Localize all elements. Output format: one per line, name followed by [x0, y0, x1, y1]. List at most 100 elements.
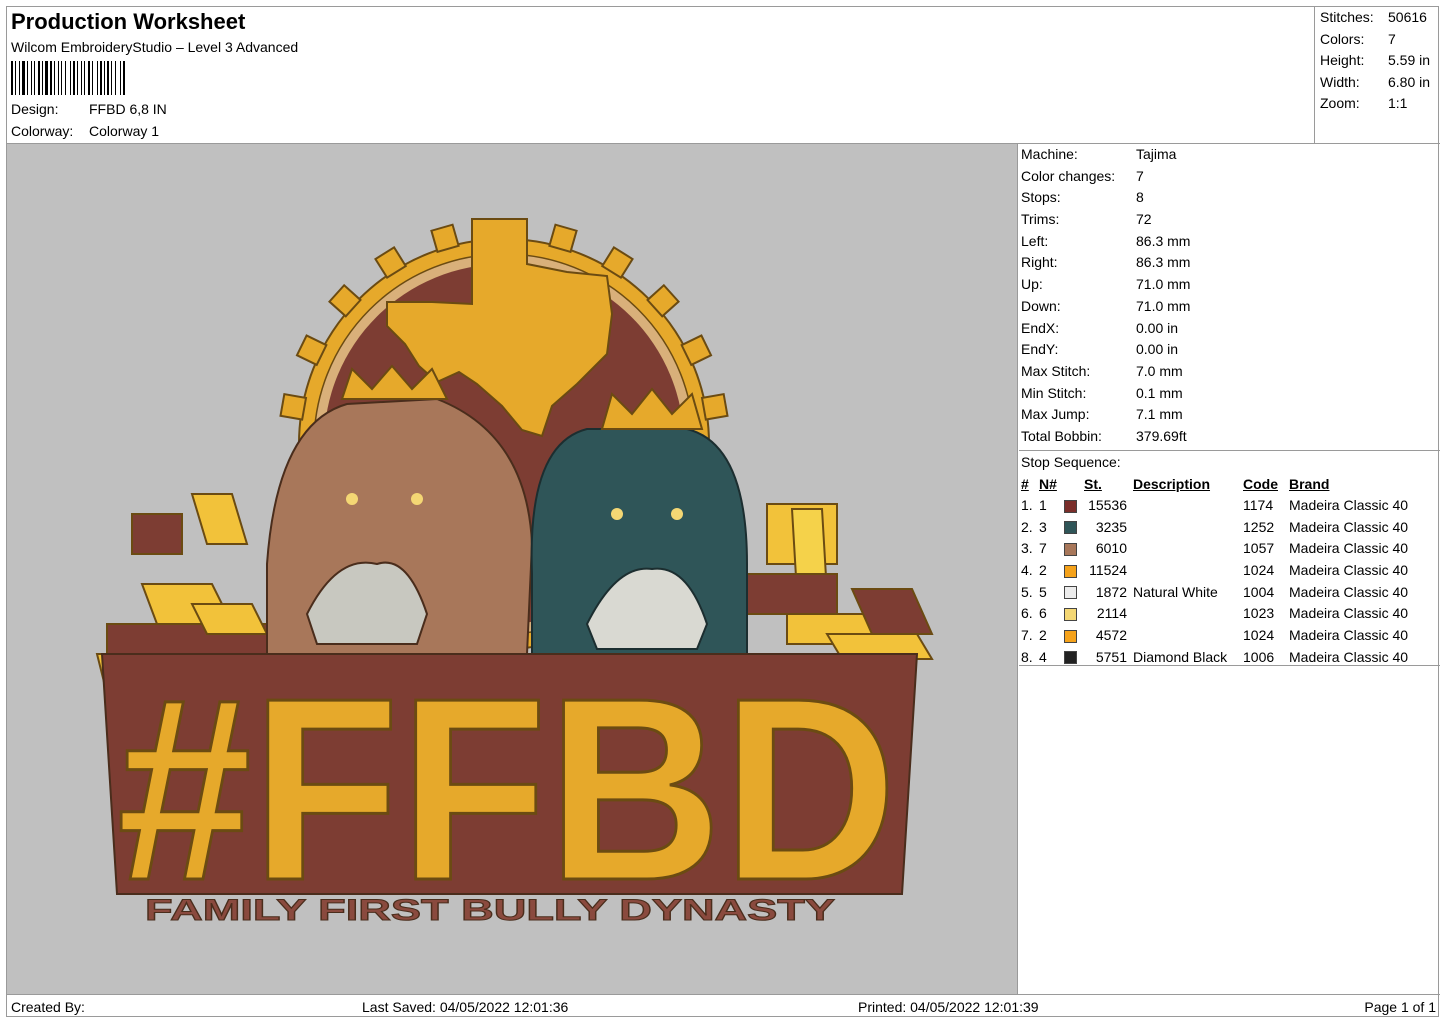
row-code: 1252 [1243, 518, 1275, 535]
row-description [1127, 602, 1243, 624]
row-description: Natural White [1133, 583, 1218, 600]
row-num: 6. [1021, 605, 1033, 622]
endy-row: EndY: 0.00 in [1021, 341, 1179, 358]
row-swatch [1064, 537, 1084, 559]
row-code: 1023 [1243, 605, 1275, 622]
worksheet-footer: Created By: Last Saved: 04/05/2022 12:01… [7, 994, 1440, 1018]
row-code: 1174 [1243, 496, 1274, 513]
row-swatch [1064, 494, 1084, 516]
row-brand: Madeira Classic 40 [1289, 605, 1409, 622]
row-description [1127, 516, 1243, 538]
total-bobbin-row: Total Bobbin: 379.69ft [1021, 427, 1187, 444]
color-swatch-icon [1064, 608, 1077, 622]
table-row: 5. 5 1872 Natural White 1004 Madeira Classic … [1019, 581, 1429, 603]
stat-stitches: Stitches: 50616 [1320, 9, 1427, 25]
min-stitch-row: Min Stitch: 0.1 mm [1021, 384, 1183, 401]
row-needle: 7 [1039, 540, 1047, 557]
row-brand: Madeira Classic 40 [1289, 583, 1409, 600]
row-code: 1004 [1243, 583, 1275, 600]
right-row: Right: 86.3 mm [1021, 254, 1191, 271]
row-num: 2. [1021, 518, 1033, 535]
row-description [1127, 624, 1243, 646]
row-swatch [1064, 516, 1084, 538]
colorway-value: Colorway 1 [89, 123, 160, 139]
row-stitches: 4572 [1095, 626, 1127, 643]
max-stitch-row: Max Stitch: 7.0 mm [1021, 362, 1183, 379]
row-num: 5. [1021, 583, 1033, 600]
trims-row: Trims: 72 [1021, 211, 1152, 228]
row-description [1127, 537, 1243, 559]
row-needle: 2 [1039, 561, 1047, 578]
table-header-row: # N# St. Description Code Brand [1019, 473, 1429, 494]
row-code: 1024 [1243, 561, 1275, 578]
row-stitches: 1872 [1095, 583, 1127, 600]
design-preview[interactable]: #FFBD FAMILY FIRST BULLY DYNASTY [7, 144, 1018, 994]
row-brand: Madeira Classic 40 [1289, 626, 1409, 643]
stop-sequence-divider [1019, 665, 1440, 666]
row-stitches: 15536 [1088, 496, 1127, 513]
endx-row: EndX: 0.00 in [1021, 319, 1179, 336]
last-saved: Last Saved: 04/05/2022 12:01:36 [362, 999, 569, 1015]
table-row: 4. 2 11524 1024 Madeira Classic 40 [1019, 559, 1429, 581]
stop-sequence-heading: Stop Sequence: [1021, 454, 1121, 470]
worksheet-header: Production Worksheet Wilcom EmbroiderySt… [7, 7, 1314, 143]
left-row: Left: 86.3 mm [1021, 232, 1191, 249]
col-n: N# [1039, 475, 1057, 492]
colorway-row: Colorway: Colorway 1 [11, 123, 159, 139]
row-code: 1024 [1243, 626, 1275, 643]
design-stats: Stitches: 50616 Colors: 7 Height: 5.59 in W… [1314, 7, 1440, 143]
row-num: 3. [1021, 540, 1033, 557]
colorway-label: Colorway: [11, 123, 74, 139]
row-description [1127, 494, 1243, 516]
design-label: Design: [11, 101, 59, 117]
row-swatch [1064, 624, 1084, 646]
created-by: Created By: [11, 999, 85, 1015]
stat-height: Height: 5.59 in [1320, 52, 1431, 68]
color-swatch-icon [1064, 564, 1077, 578]
machine-info: Machine: Tajima Color changes: 7 Stops: 8 T… [1019, 144, 1440, 448]
page-number: Page 1 of 1 [1364, 999, 1436, 1015]
row-num: 7. [1021, 626, 1033, 643]
stat-zoom: Zoom: 1:1 [1320, 95, 1408, 111]
color-changes-row: Color changes: 7 [1021, 167, 1144, 184]
row-description [1127, 559, 1243, 581]
printed-date: Printed: 04/05/2022 12:01:39 [858, 999, 1039, 1015]
stop-sequence-table: # N# St. Description Code Brand 1. 1 15536… [1019, 473, 1429, 668]
table-row: 3. 7 6010 1057 Madeira Classic 40 [1019, 537, 1429, 559]
col-st: St. [1084, 475, 1102, 492]
gold-bars-right [716, 503, 934, 660]
embroidery-design: #FFBD FAMILY FIRST BULLY DYNASTY [95, 218, 934, 937]
col-desc: Description [1133, 475, 1211, 492]
color-swatch-icon [1064, 629, 1077, 643]
row-brand: Madeira Classic 40 [1289, 518, 1409, 535]
design-main-text: #FFBD [117, 645, 897, 935]
row-stitches: 11524 [1089, 561, 1127, 578]
col-code: Code [1243, 475, 1278, 492]
machine-row: Machine: Tajima [1021, 146, 1177, 162]
row-brand: Madeira Classic 40 [1289, 540, 1409, 557]
row-swatch [1064, 559, 1084, 581]
row-swatch [1064, 581, 1084, 603]
max-jump-row: Max Jump: 7.1 mm [1021, 406, 1183, 423]
barcode-icon [11, 61, 125, 95]
stops-row: Stops: 8 [1021, 189, 1144, 206]
color-swatch-icon [1064, 586, 1077, 600]
table-row: 2. 3 3235 1252 Madeira Classic 40 [1019, 516, 1429, 538]
row-brand: Madeira Classic 40 [1289, 561, 1409, 578]
stat-colors: Colors: 7 [1320, 30, 1396, 47]
color-swatch-icon [1064, 521, 1077, 535]
design-value: FFBD 6,8 IN [89, 101, 167, 117]
down-row: Down: 71.0 mm [1021, 297, 1191, 314]
row-needle: 3 [1039, 518, 1047, 535]
software-name: Wilcom EmbroideryStudio – Level 3 Advanc… [11, 39, 299, 55]
row-num: 4. [1021, 561, 1033, 578]
row-brand: Madeira Classic 40 [1289, 496, 1409, 513]
up-row: Up: 71.0 mm [1021, 276, 1191, 293]
row-needle: 2 [1039, 626, 1047, 643]
design-row: Design: FFBD 6,8 IN [11, 101, 167, 117]
color-swatch-icon [1064, 543, 1077, 557]
color-swatch-icon [1064, 499, 1077, 513]
row-needle: 6 [1039, 605, 1047, 622]
stop-sequence: Stop Sequence: # N# St. Description Code… [1019, 451, 1440, 668]
col-num: # [1021, 475, 1029, 492]
